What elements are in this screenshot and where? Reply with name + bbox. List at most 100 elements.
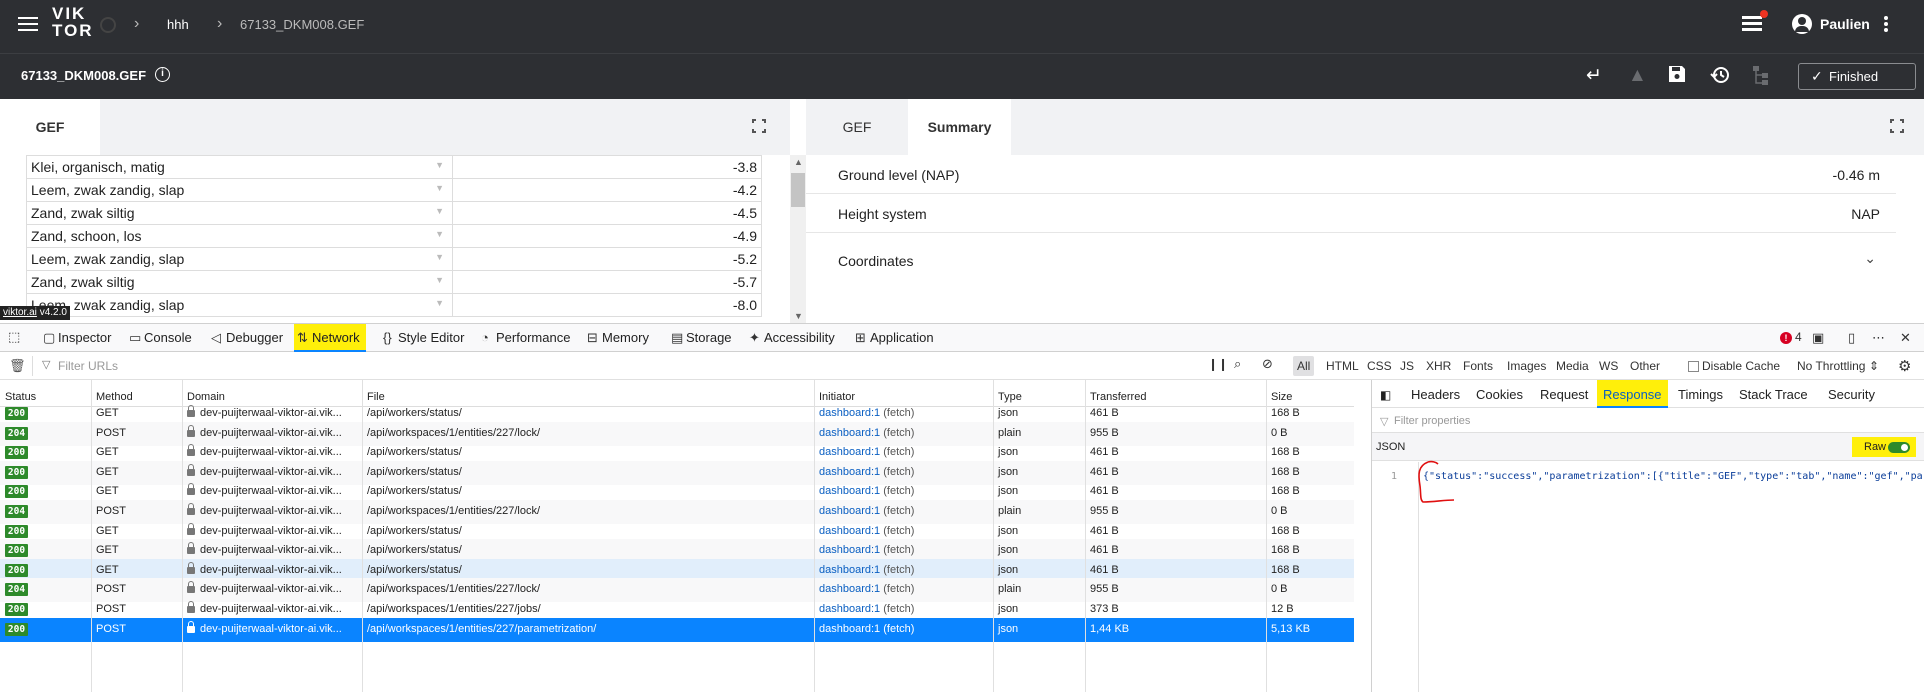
scrollbar-thumb[interactable] — [791, 173, 805, 207]
soil-type-select[interactable]: Leem, zwak zandig, slap ▼ — [26, 178, 453, 202]
user-name[interactable]: Paulien — [1820, 16, 1870, 32]
table-row[interactable]: Leem, zwak zandig, slap ▼ -5.2 — [26, 247, 762, 271]
table-row[interactable]: Zand, zwak siltig ▼ -5.7 — [26, 270, 762, 294]
tab-accessibility[interactable]: ✦ Accessibility — [746, 324, 841, 352]
dropdown-arrow-icon[interactable]: ▼ — [435, 183, 444, 193]
tab-application[interactable]: ⊞ Application — [852, 324, 940, 352]
initiator-cell[interactable]: dashboard:1 (fetch) — [819, 583, 914, 595]
disable-cache-checkbox[interactable]: Disable Cache — [1688, 359, 1780, 373]
depth-value[interactable]: -4.9 — [452, 224, 762, 248]
history-icon[interactable] — [1710, 65, 1730, 90]
info-icon[interactable]: i — [155, 67, 170, 82]
finished-button[interactable]: ✓ Finished — [1798, 63, 1916, 90]
table-row[interactable]: 200 POST dev-puijterwaal-viktor-ai.vik... /… — [0, 617, 1354, 642]
sidebar-toggle-icon[interactable]: ◧ — [1380, 380, 1391, 408]
scrollbar[interactable]: ▲ ▼ — [790, 155, 806, 323]
initiator-cell[interactable]: dashboard:1 (fetch) — [819, 544, 914, 556]
block-icon[interactable]: ⊘ — [1262, 356, 1273, 372]
pick-element-icon[interactable]: ⬚ — [8, 329, 20, 345]
filter-properties-input[interactable]: ▽ Filter properties — [1372, 409, 1924, 433]
dropdown-arrow-icon[interactable]: ▼ — [435, 229, 444, 239]
table-row[interactable]: Klei, organisch, matig ▼ -3.8 — [26, 155, 762, 179]
initiator-cell[interactable]: dashboard:1 (fetch) — [819, 446, 914, 458]
initiator-cell[interactable]: dashboard:1 (fetch) — [819, 427, 914, 439]
tab-gef[interactable]: GEF — [806, 99, 908, 155]
tab-network[interactable]: ⇅ Network — [294, 324, 366, 352]
fullscreen-icon[interactable] — [1890, 119, 1904, 133]
enter-icon[interactable]: ↵ — [1586, 66, 1602, 86]
tab-inspector[interactable]: ▢ Inspector — [40, 324, 117, 352]
soil-type-select[interactable]: Zand, zwak siltig ▼ — [26, 270, 453, 294]
depth-value[interactable]: -5.7 — [452, 270, 762, 294]
scroll-down-icon[interactable]: ▼ — [794, 311, 803, 321]
error-count[interactable]: 4 — [1795, 330, 1802, 344]
tab-gef[interactable]: GEF — [0, 99, 100, 155]
gear-icon[interactable]: ⚙ — [1898, 357, 1911, 375]
soil-type-select[interactable]: Leem, zwak zandig, slap ▼ — [26, 293, 453, 317]
soil-type-select[interactable]: Leem, zwak zandig, slap ▼ — [26, 247, 453, 271]
soil-type-select[interactable]: Klei, organisch, matig ▼ — [26, 155, 453, 179]
tab-response[interactable]: Response — [1597, 380, 1668, 408]
depth-value[interactable]: -3.8 — [452, 155, 762, 179]
more-vert-icon[interactable] — [1884, 16, 1888, 34]
filter-other[interactable]: Other — [1626, 356, 1664, 376]
dropdown-arrow-icon[interactable]: ▼ — [435, 252, 444, 262]
split-console-icon[interactable]: ▣ — [1812, 330, 1824, 346]
summary-row-coordinates[interactable]: Coordinates ⌄ — [806, 233, 1896, 289]
raw-toggle[interactable]: Raw — [1852, 437, 1916, 457]
fullscreen-icon[interactable] — [752, 119, 766, 133]
tab-console[interactable]: ▭ Console — [126, 324, 198, 352]
hierarchy-icon[interactable] — [1752, 65, 1770, 90]
depth-value[interactable]: -4.2 — [452, 178, 762, 202]
soil-type-select[interactable]: Zand, zwak siltig ▼ — [26, 201, 453, 225]
dropdown-arrow-icon[interactable]: ▼ — [435, 298, 444, 308]
depth-value[interactable]: -5.2 — [452, 247, 762, 271]
tab-timings[interactable]: Timings — [1678, 380, 1723, 408]
filter-all[interactable]: All — [1293, 356, 1315, 376]
tab-security[interactable]: Security — [1828, 380, 1875, 408]
initiator-cell[interactable]: dashboard:1 (fetch) — [819, 407, 914, 419]
chevron-down-icon[interactable]: ⌄ — [1864, 250, 1876, 267]
filter-css[interactable]: CSS — [1363, 356, 1396, 376]
jobs-list-icon[interactable] — [1742, 16, 1762, 34]
error-icon[interactable]: ! — [1780, 332, 1792, 344]
warning-icon[interactable]: ▲ — [1628, 66, 1647, 86]
tab-performance[interactable]: ◔ Performance — [478, 324, 576, 352]
initiator-cell[interactable]: dashboard:1 (fetch) — [819, 485, 914, 497]
tab-summary[interactable]: Summary — [908, 99, 1011, 155]
soil-type-select[interactable]: Zand, schoon, los ▼ — [26, 224, 453, 248]
tab-cookies[interactable]: Cookies — [1476, 380, 1523, 408]
tab-style-editor[interactable]: {} Style Editor — [380, 324, 470, 352]
save-icon[interactable] — [1668, 65, 1686, 88]
menu-icon[interactable] — [18, 17, 38, 33]
table-row[interactable]: Zand, schoon, los ▼ -4.9 — [26, 224, 762, 248]
depth-value[interactable]: -4.5 — [452, 201, 762, 225]
toggle-switch[interactable] — [1888, 442, 1910, 453]
dropdown-arrow-icon[interactable]: ▼ — [435, 160, 444, 170]
filter-ws[interactable]: WS — [1595, 356, 1622, 376]
filter-js[interactable]: JS — [1396, 356, 1418, 376]
initiator-cell[interactable]: dashboard:1 (fetch) — [819, 505, 914, 517]
table-row[interactable]: Leem, zwak zandig, slap ▼ -8.0 — [26, 293, 762, 317]
tab-headers[interactable]: Headers — [1411, 380, 1460, 408]
search-icon[interactable]: ⌕ — [1234, 356, 1241, 372]
viktor-logo[interactable]: VIK TOR — [52, 5, 94, 39]
tab-storage[interactable]: ▤ Storage — [668, 324, 738, 352]
initiator-cell[interactable]: dashboard:1 (fetch) — [819, 603, 914, 615]
filter-xhr[interactable]: XHR — [1422, 356, 1455, 376]
close-icon[interactable]: ✕ — [1900, 330, 1911, 346]
filter-images[interactable]: Images — [1503, 356, 1550, 376]
depth-value[interactable]: -8.0 — [452, 293, 762, 317]
responsive-mode-icon[interactable]: ▯ — [1848, 330, 1855, 346]
pause-icon[interactable]: ❙❙ — [1208, 357, 1228, 371]
table-row[interactable]: Zand, zwak siltig ▼ -4.5 — [26, 201, 762, 225]
filter-urls-input[interactable]: Filter URLs — [58, 359, 118, 373]
dropdown-arrow-icon[interactable]: ▼ — [435, 206, 444, 216]
more-horiz-icon[interactable]: ⋯ — [1872, 330, 1885, 346]
breadcrumb-entity[interactable]: 67133_DKM008.GEF — [240, 17, 364, 32]
scroll-up-icon[interactable]: ▲ — [794, 157, 803, 167]
user-avatar-icon[interactable] — [1792, 14, 1812, 34]
tab-stack-trace[interactable]: Stack Trace — [1739, 380, 1808, 408]
filter-media[interactable]: Media — [1552, 356, 1593, 376]
filter-fonts[interactable]: Fonts — [1459, 356, 1497, 376]
